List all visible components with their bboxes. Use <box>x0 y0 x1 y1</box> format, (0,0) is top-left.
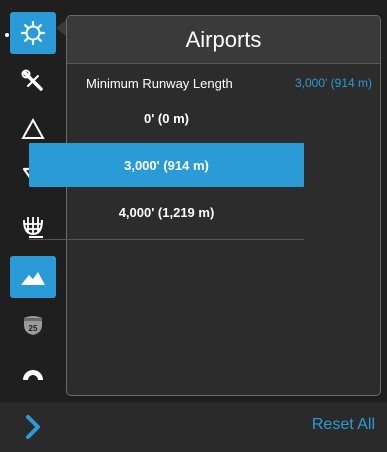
wrench-icon <box>21 69 43 91</box>
option-4000ft[interactable]: 4,000' (1,219 m) <box>29 190 304 234</box>
protractor-icon <box>23 370 43 380</box>
sidebar-item-terrain[interactable] <box>10 256 56 298</box>
setting-label: Minimum Runway Length <box>86 76 233 91</box>
terrain-mountain-icon <box>21 272 45 285</box>
panel-title: Airports <box>67 16 380 64</box>
runway-length-options: 0' (0 m) 3,000' (914 m) 4,000' (1,219 m) <box>29 96 304 234</box>
chevron-right-icon <box>26 415 40 439</box>
options-divider <box>29 239 304 240</box>
option-3000ft[interactable]: 3,000' (914 m) <box>29 143 304 187</box>
active-indicator-dot <box>5 33 9 37</box>
active-tab-notch <box>56 20 66 36</box>
minimum-runway-setting-row[interactable]: Minimum Runway Length 3,000' (914 m) <box>67 69 380 99</box>
highway-shield-icon: 25 <box>24 316 42 335</box>
sidebar-item-highways[interactable]: 25 <box>10 304 56 346</box>
highway-shield-number: 25 <box>29 324 38 333</box>
setting-current-value: 3,000' (914 m) <box>295 76 372 90</box>
expand-button[interactable] <box>18 412 48 442</box>
footer-bar: Reset All <box>0 402 387 452</box>
option-0ft[interactable]: 0' (0 m) <box>29 96 304 140</box>
sidebar-item-settings[interactable] <box>10 12 56 54</box>
sidebar-item-protractor[interactable] <box>10 352 56 394</box>
app-window: 25 Airports Minimum Runway Length 3,000'… <box>0 0 387 452</box>
reset-all-button[interactable]: Reset All <box>312 416 375 434</box>
settings-gear-icon <box>20 20 46 46</box>
